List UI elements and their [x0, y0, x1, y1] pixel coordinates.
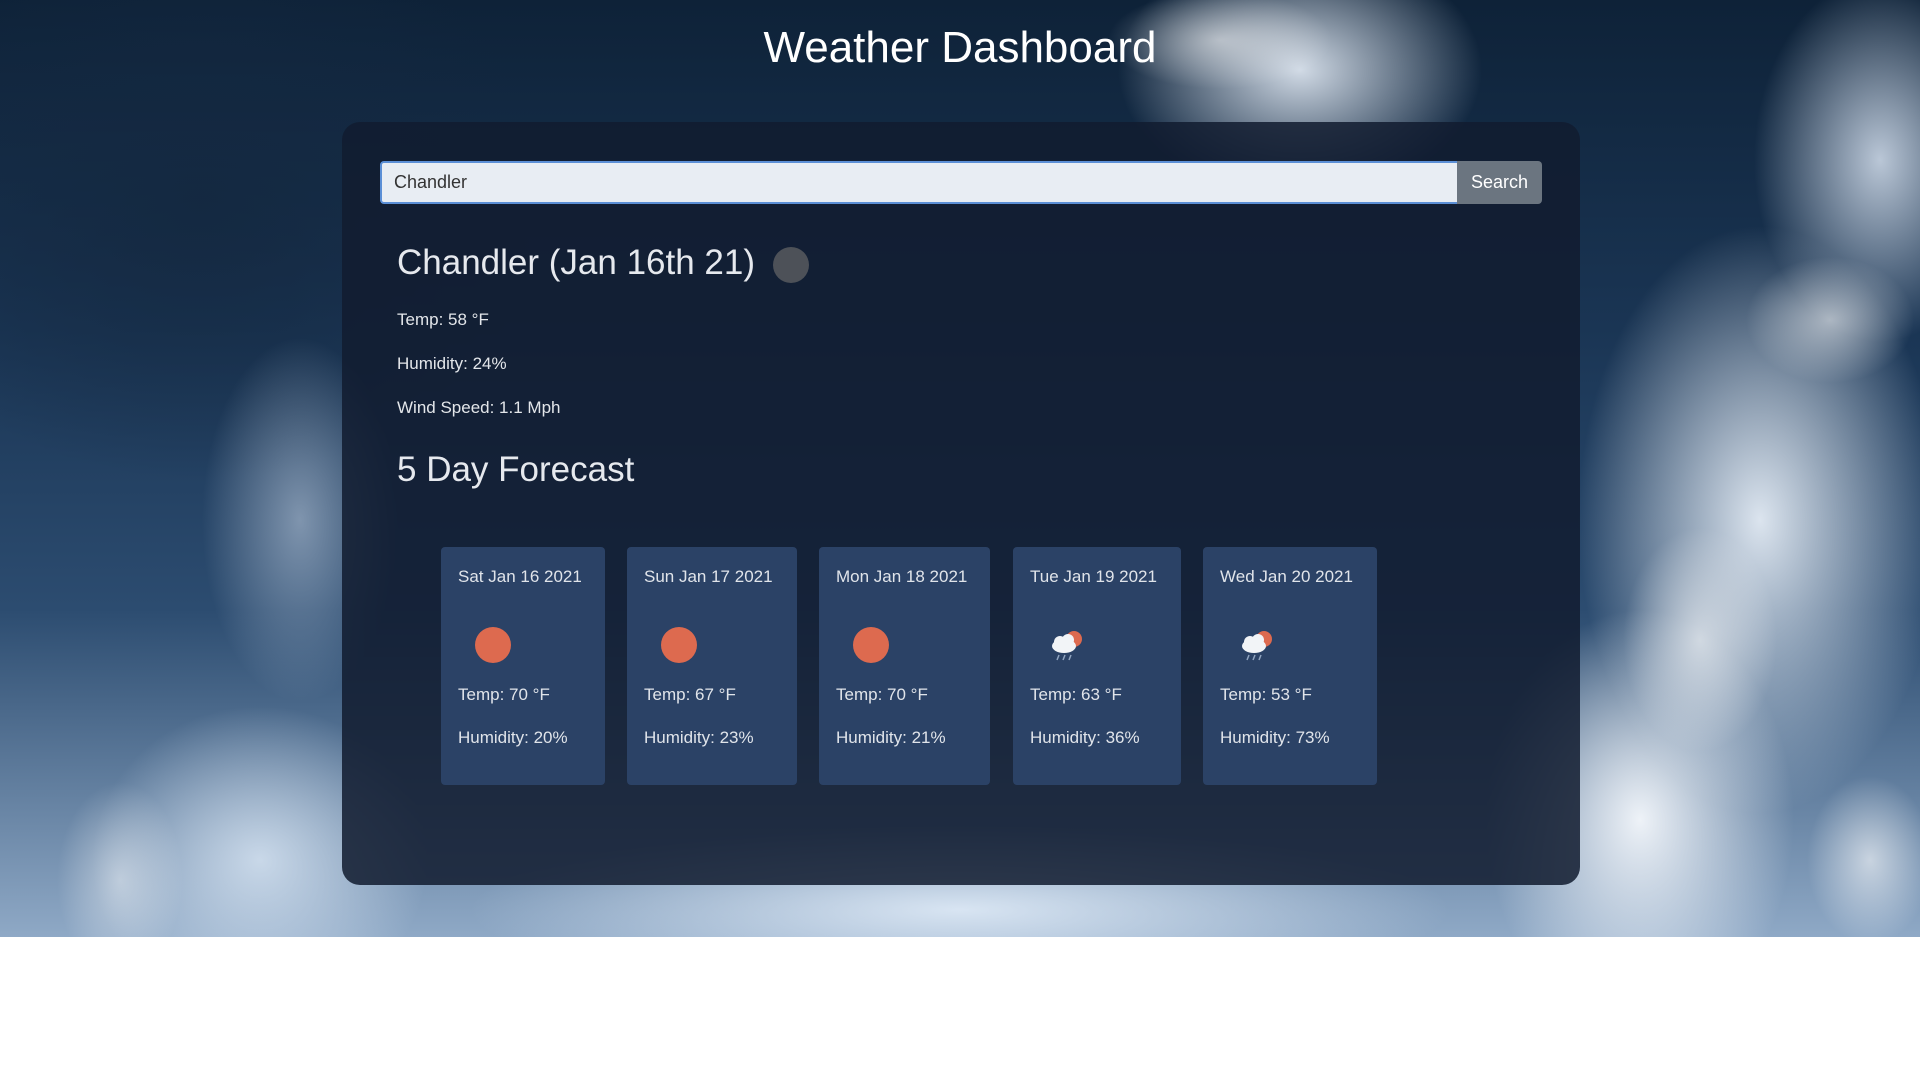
- forecast-humidity: Humidity: 21%: [836, 728, 946, 747]
- forecast-humidity: Humidity: 23%: [644, 728, 754, 747]
- city-heading: Chandler (Jan 16th 21): [397, 240, 1297, 286]
- search-button[interactable]: Search: [1457, 161, 1542, 204]
- app-title: Weather Dashboard: [763, 23, 1157, 72]
- forecast-card: Sat Jan 16 2021 Temp: 70 °F Humidity: 20…: [441, 547, 605, 785]
- rain-cloud-sun-icon: [1047, 627, 1085, 665]
- current-humidity: Humidity: 24%: [397, 354, 507, 373]
- forecast-humidity: Humidity: 20%: [458, 728, 568, 747]
- forecast-date: Mon Jan 18 2021: [836, 567, 968, 586]
- forecast-card: Sun Jan 17 2021 Temp: 67 °F Humidity: 23…: [627, 547, 797, 785]
- forecast-humidity: Humidity: 36%: [1030, 728, 1140, 747]
- forecast-date: Wed Jan 20 2021: [1220, 567, 1353, 586]
- forecast-heading: 5 Day Forecast: [397, 450, 635, 489]
- search-bar: Search: [380, 161, 1542, 204]
- current-weather: Chandler (Jan 16th 21) Temp: 58 °F Humid…: [397, 240, 1297, 442]
- forecast-humidity: Humidity: 73%: [1220, 728, 1330, 747]
- forecast-date: Tue Jan 19 2021: [1030, 567, 1157, 586]
- forecast-temp: Temp: 53 °F: [1220, 685, 1312, 704]
- current-wind-speed: Wind Speed: 1.1 Mph: [397, 398, 561, 417]
- rain-cloud-sun-icon: [1237, 627, 1275, 665]
- sky-background: Weather Dashboard Search Chandler (Jan 1…: [0, 0, 1920, 937]
- weather-panel: Search Chandler (Jan 16th 21) Temp: 58 °…: [342, 122, 1580, 885]
- forecast-card: Tue Jan 19 2021 Temp: 63 °F Humidity: 36…: [1013, 547, 1181, 785]
- city-title: Chandler (Jan 16th 21): [397, 243, 755, 282]
- current-temp: Temp: 58 °F: [397, 310, 489, 329]
- search-input[interactable]: [380, 161, 1457, 204]
- forecast-temp: Temp: 70 °F: [458, 685, 550, 704]
- sun-icon: [661, 627, 699, 665]
- forecast-date: Sun Jan 17 2021: [644, 567, 773, 586]
- forecast-card: Wed Jan 20 2021 Temp: 53 °F Humidity: 73…: [1203, 547, 1377, 785]
- forecast-card: Mon Jan 18 2021 Temp: 70 °F Humidity: 21…: [819, 547, 990, 785]
- forecast-temp: Temp: 70 °F: [836, 685, 928, 704]
- forecast-temp: Temp: 67 °F: [644, 685, 736, 704]
- forecast-date: Sat Jan 16 2021: [458, 567, 582, 586]
- sun-icon: [853, 627, 891, 665]
- sun-icon: [475, 627, 513, 665]
- forecast-temp: Temp: 63 °F: [1030, 685, 1122, 704]
- weather-icon-placeholder: [773, 247, 809, 283]
